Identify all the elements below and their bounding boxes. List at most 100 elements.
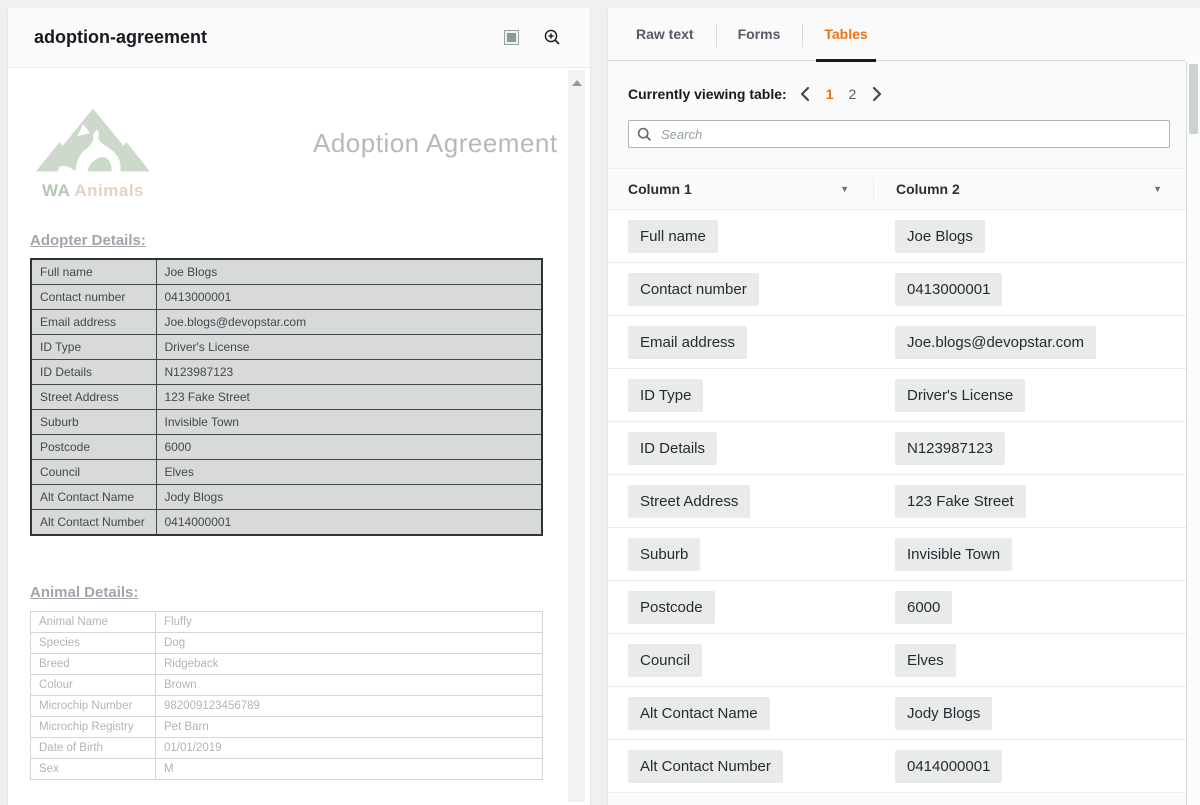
currently-viewing-label: Currently viewing table: [628,86,787,102]
key-chip: ID Type [628,379,703,412]
doc-table-row: Alt Contact Number0414000001 [31,510,542,536]
doc-table-row: SexM [31,759,543,780]
zoom-in-icon[interactable] [543,28,562,47]
document-panel: adoption-agreement WA Animals [8,8,590,805]
row-key-cell: Full name [608,210,873,262]
doc-value-cell: Invisible Town [156,410,542,435]
filter-chevron-icon[interactable]: ▼ [1153,185,1162,194]
tab-label: Tables [824,26,867,42]
value-chip: 6000 [895,591,952,624]
column-header-1[interactable]: Column 1 ▼ [608,169,873,209]
doc-table-row: BreedRidgeback [31,654,543,675]
key-chip: Contact number [628,273,759,306]
doc-key-cell: Alt Contact Name [31,485,156,510]
doc-table-row: Street Address123 Fake Street [31,385,542,410]
document-scrollbar[interactable] [568,70,585,802]
document-header: adoption-agreement [8,8,590,68]
fit-to-page-icon[interactable] [504,30,519,45]
doc-table-row: Alt Contact NameJody Blogs [31,485,542,510]
value-chip: Driver's License [895,379,1025,412]
value-chip: N123987123 [895,432,1005,465]
column-header-2[interactable]: Column 2 ▼ [874,169,1186,209]
value-chip: Joe Blogs [895,220,985,253]
doc-key-cell: ID Type [31,335,156,360]
doc-value-cell: 0414000001 [156,510,542,536]
table-row: Street Address123 Fake Street [608,475,1186,528]
document-page: WA Animals Adoption Agreement Adopter De… [8,68,590,804]
doc-table-row: Postcode6000 [31,435,542,460]
row-key-cell: Email address [608,316,873,368]
adopter-details-heading: Adopter Details: [30,232,146,249]
doc-value-cell: 982009123456789 [156,696,543,717]
doc-key-cell: Microchip Number [31,696,156,717]
tabs: Raw text Forms Tables [608,8,1186,61]
doc-table-row: SuburbInvisible Town [31,410,542,435]
doc-key-cell: Date of Birth [31,738,156,759]
table-row: CouncilElves [608,634,1186,687]
tab-label: Forms [738,26,781,42]
chevron-left-icon[interactable] [799,86,811,102]
key-chip: Street Address [628,485,750,518]
key-chip: Alt Contact Number [628,750,783,783]
row-value-cell: Jody Blogs [873,687,1186,739]
value-chip: Elves [895,644,956,677]
doc-value-cell: Fluffy [156,612,543,633]
doc-value-cell: Joe.blogs@devopstar.com [156,310,542,335]
doc-table-row: Microchip Number982009123456789 [31,696,543,717]
row-value-cell: Joe Blogs [873,210,1186,262]
tab-raw-text[interactable]: Raw text [614,8,716,60]
table-row: Contact number 0413000001 [608,263,1186,316]
tab-tables[interactable]: Tables [802,8,889,60]
table-row: ID Type Driver's License [608,369,1186,422]
logo-text: WA Animals [33,181,153,201]
filter-chevron-icon[interactable]: ▼ [840,185,849,194]
table-row: Alt Contact NameJody Blogs [608,687,1186,740]
doc-key-cell: Email address [31,310,156,335]
doc-key-cell: Alt Contact Number [31,510,156,536]
logo-text-wa: WA [42,181,70,200]
search-input[interactable] [659,126,1161,143]
doc-key-cell: Suburb [31,410,156,435]
row-value-cell: 0413000001 [873,263,1186,315]
doc-value-cell: 0413000001 [156,285,542,310]
results-scrollbar-thumb[interactable] [1189,64,1198,134]
doc-key-cell: Breed [31,654,156,675]
doc-key-cell: Microchip Registry [31,717,156,738]
doc-value-cell: Brown [156,675,543,696]
page-number-2[interactable]: 2 [849,86,857,102]
row-key-cell: Alt Contact Name [608,687,873,739]
doc-table-row: Contact number0413000001 [31,285,542,310]
search-icon [637,127,652,142]
doc-table-row: CouncilElves [31,460,542,485]
scroll-up-icon[interactable] [572,80,582,86]
results-table-body: Full name Joe Blogs Contact number 04130000… [608,210,1186,793]
row-key-cell: Suburb [608,528,873,580]
row-value-cell: Driver's License [873,369,1186,421]
doc-value-cell: Ridgeback [156,654,543,675]
doc-table-row: ID TypeDriver's License [31,335,542,360]
doc-key-cell: ID Details [31,360,156,385]
doc-table-row: Animal NameFluffy [31,612,543,633]
table-pager: 12 [799,86,884,102]
doc-value-cell: Dog [156,633,543,654]
column-2-label: Column 2 [896,181,960,197]
row-key-cell: ID Type [608,369,873,421]
table-row: Email address Joe.blogs@devopstar.com [608,316,1186,369]
doc-key-cell: Contact number [31,285,156,310]
key-chip: Suburb [628,538,700,571]
fit-to-page-icon-inner [507,33,516,42]
tab-forms[interactable]: Forms [716,8,803,60]
results-panel: Raw text Forms Tables Currently viewing ta… [608,8,1200,805]
value-chip: Joe.blogs@devopstar.com [895,326,1096,359]
table-row: Postcode6000 [608,581,1186,634]
results-scrollbar[interactable] [1186,62,1200,805]
chevron-right-icon[interactable] [871,86,883,102]
table-row: SuburbInvisible Town [608,528,1186,581]
doc-key-cell: Street Address [31,385,156,410]
doc-value-cell: 01/01/2019 [156,738,543,759]
document-toolbar [504,28,562,47]
page-number-1[interactable]: 1 [826,86,834,102]
doc-table-row: Date of Birth01/01/2019 [31,738,543,759]
doc-key-cell: Sex [31,759,156,780]
logo-text-animals: Animals [74,181,144,200]
